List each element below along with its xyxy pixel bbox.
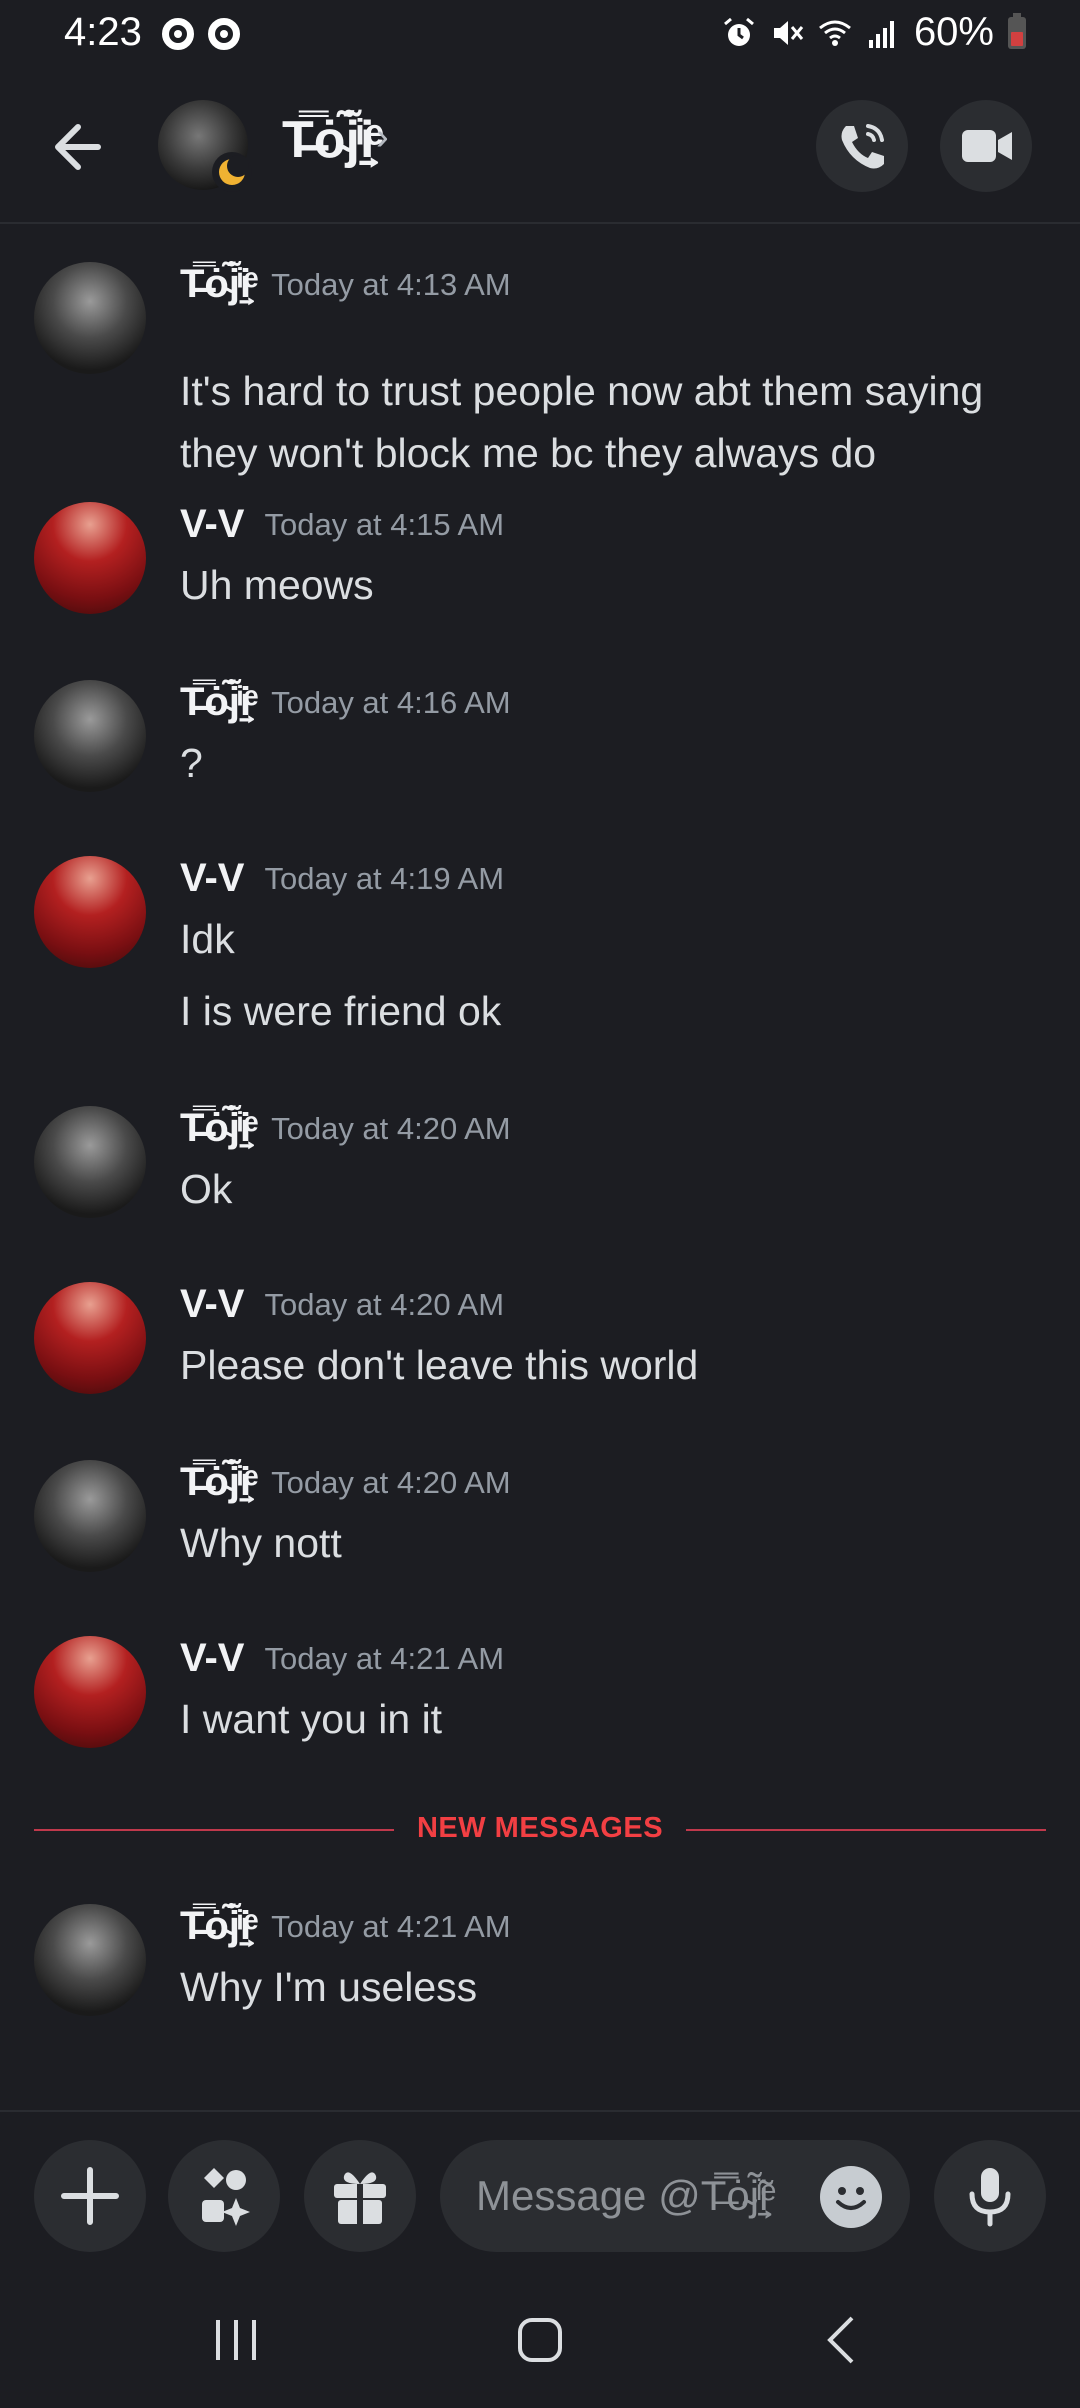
idle-status-icon: [212, 152, 252, 192]
alarm-icon: [723, 17, 754, 46]
message-timestamp: Today at 4:15 AM: [264, 506, 505, 542]
apps-button[interactable]: [168, 2140, 280, 2252]
message-input[interactable]: Message @T̶̿ȯ̴j̃̃ͥi̱͕ͤ: [440, 2140, 910, 2252]
phone-icon: [841, 124, 884, 169]
message-author[interactable]: T̶̿ȯ̴j̃̃ͥi̱͕ͤ: [180, 1460, 251, 1504]
message-author[interactable]: V-V: [180, 1636, 244, 1680]
message-list[interactable]: T̶̿ȯ̴j̃̃ͥi̱͕ͤ Today at 4:13 AM It's hard …: [0, 224, 1080, 2110]
message-text: Please don't leave this world: [180, 1342, 699, 1388]
status-bar: 4:23 60%: [0, 0, 1080, 72]
arrow-left-icon[interactable]: [46, 112, 116, 182]
message-text: I is were friend ok: [180, 988, 502, 1034]
apps-icon: [202, 2168, 250, 2226]
message-author[interactable]: T̶̿ȯ̴j̃̃ͥi̱͕ͤ: [180, 680, 251, 724]
avatar[interactable]: [34, 1282, 146, 1394]
wifi-icon: [819, 20, 851, 46]
back-icon[interactable]: [804, 2300, 884, 2380]
call-button[interactable]: [816, 100, 908, 192]
message-author[interactable]: T̶̿ȯ̴j̃̃ͥi̱͕ͤ: [180, 1106, 251, 1150]
signal-icon: [868, 20, 894, 48]
message-text: Uh meows: [180, 562, 374, 608]
message-author[interactable]: V-V: [180, 502, 244, 546]
avatar[interactable]: [34, 856, 146, 968]
message-text: Ok: [180, 1166, 233, 1212]
chat-header: T̶̿ȯ̴j̃̃ͥi̱͕ͤ ›: [0, 72, 1080, 224]
notification-ring-icon: [162, 18, 194, 50]
avatar[interactable]: [34, 262, 146, 374]
message-timestamp: Today at 4:20 AM: [271, 1110, 511, 1146]
video-call-button[interactable]: [940, 100, 1032, 192]
avatar[interactable]: [34, 1460, 146, 1572]
avatar[interactable]: [34, 502, 146, 614]
message-author[interactable]: T̶̿ȯ̴j̃̃ͥi̱͕ͤ: [180, 262, 251, 306]
message-text: ?: [180, 740, 203, 786]
gift-button[interactable]: [304, 2140, 416, 2252]
video-camera-icon: [962, 130, 1012, 162]
message-input-placeholder: Message @T̶̿ȯ̴j̃̃ͥi̱͕ͤ: [476, 2172, 769, 2219]
battery-icon: [1008, 12, 1026, 49]
new-messages-divider: NEW MESSAGES: [34, 1810, 1046, 1850]
new-messages-label: NEW MESSAGES: [416, 1812, 664, 1844]
avatar[interactable]: [34, 680, 146, 792]
plus-icon: [61, 2167, 119, 2225]
message-composer: Message @T̶̿ȯ̴j̃̃ͥi̱͕ͤ: [0, 2110, 1080, 2270]
avatar[interactable]: [34, 1904, 146, 2016]
message-author[interactable]: V-V: [180, 1282, 244, 1326]
message-timestamp: Today at 4:20 AM: [271, 1464, 511, 1500]
message-text: Idk: [180, 916, 235, 962]
gift-icon: [334, 2172, 386, 2224]
mute-icon: [773, 20, 804, 45]
message-author[interactable]: T̶̿ȯ̴j̃̃ͥi̱͕ͤ: [180, 1904, 251, 1948]
channel-name[interactable]: T̶̿ȯ̴j̃̃ͥi̱͕ͤ: [282, 110, 374, 170]
avatar[interactable]: [34, 1106, 146, 1218]
message-timestamp: Today at 4:19 AM: [264, 860, 505, 896]
battery-percent: 60%: [913, 10, 994, 54]
message-text: I want you in it: [180, 1696, 443, 1742]
message-timestamp: Today at 4:21 AM: [264, 1640, 505, 1676]
message-text: Why nott: [180, 1520, 342, 1566]
chevron-right-icon[interactable]: ›: [376, 116, 389, 159]
notification-ring-icon: [208, 18, 240, 50]
message-author[interactable]: V-V: [180, 856, 244, 900]
message-timestamp: Today at 4:16 AM: [271, 684, 511, 720]
message-timestamp: Today at 4:13 AM: [271, 266, 511, 302]
status-time: 4:23: [64, 10, 142, 54]
message-timestamp: Today at 4:21 AM: [271, 1908, 511, 1944]
add-button[interactable]: [34, 2140, 146, 2252]
avatar[interactable]: [34, 1636, 146, 1748]
system-nav-bar: [0, 2270, 1080, 2408]
microphone-icon: [969, 2168, 1011, 2227]
recent-apps-icon[interactable]: [196, 2300, 276, 2380]
emoji-icon: [836, 2187, 866, 2210]
home-icon[interactable]: [500, 2300, 580, 2380]
message-text: Why I'm useless: [180, 1964, 478, 2010]
message-timestamp: Today at 4:20 AM: [264, 1286, 505, 1322]
emoji-button[interactable]: [820, 2166, 882, 2228]
voice-message-button[interactable]: [934, 2140, 1046, 2252]
message-text: It's hard to trust people now abt them s…: [180, 368, 984, 476]
